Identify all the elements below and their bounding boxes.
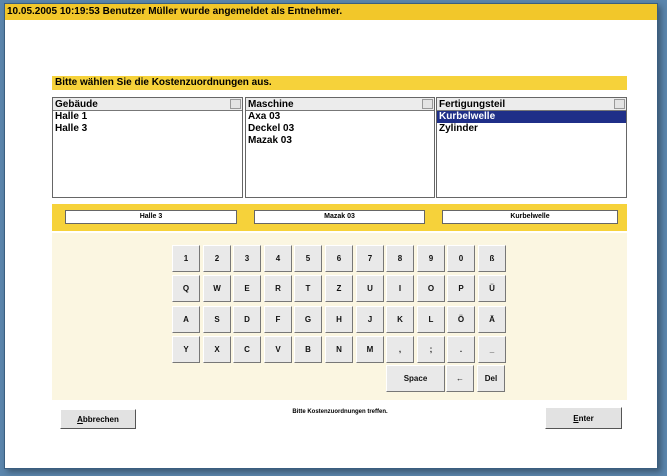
- key-row3-2[interactable]: D: [233, 306, 261, 333]
- key-row4-0[interactable]: Y: [172, 336, 200, 363]
- space-key[interactable]: Space: [386, 365, 445, 392]
- key-row2-8[interactable]: O: [417, 275, 445, 302]
- key-row4-10[interactable]: _: [478, 336, 506, 363]
- list-item[interactable]: Halle 1: [53, 111, 242, 123]
- key-row1-10[interactable]: ß: [478, 245, 506, 272]
- key-row3-7[interactable]: K: [386, 306, 414, 333]
- key-row3-4[interactable]: G: [294, 306, 322, 333]
- scroll-button[interactable]: [422, 99, 433, 109]
- key-row2-4[interactable]: T: [294, 275, 322, 302]
- key-row1-7[interactable]: 8: [386, 245, 414, 272]
- key-row3-8[interactable]: L: [417, 306, 445, 333]
- key-row1-5[interactable]: 6: [325, 245, 353, 272]
- key-row1-4[interactable]: 5: [294, 245, 322, 272]
- key-row1-6[interactable]: 7: [356, 245, 384, 272]
- enter-label: nter: [578, 413, 594, 423]
- key-row3-10[interactable]: Ä: [478, 306, 506, 333]
- key-row1-0[interactable]: 1: [172, 245, 200, 272]
- status-bar: 10.05.2005 10:19:53 Benutzer Müller wurd…: [5, 4, 657, 20]
- selected-maschine: Mazak 03: [254, 210, 425, 224]
- list-fertigungsteil[interactable]: Fertigungsteil Kurbelwelle Zylinder: [436, 97, 627, 198]
- key-row1-9[interactable]: 0: [447, 245, 475, 272]
- list-item-selected[interactable]: Kurbelwelle: [437, 111, 626, 123]
- key-row3-6[interactable]: J: [356, 306, 384, 333]
- key-row2-6[interactable]: U: [356, 275, 384, 302]
- key-row2-3[interactable]: R: [264, 275, 292, 302]
- key-row2-0[interactable]: Q: [172, 275, 200, 302]
- key-row1-3[interactable]: 4: [264, 245, 292, 272]
- instruction-banner: Bitte wählen Sie die Kostenzuordnungen a…: [52, 76, 627, 90]
- key-row3-5[interactable]: H: [325, 306, 353, 333]
- list-item[interactable]: Halle 3: [53, 123, 242, 135]
- key-row1-1[interactable]: 2: [203, 245, 231, 272]
- list-header: Fertigungsteil: [437, 98, 626, 111]
- key-row2-5[interactable]: Z: [325, 275, 353, 302]
- list-header: Gebäude: [53, 98, 242, 111]
- scroll-button[interactable]: [614, 99, 625, 109]
- list-header-label: Maschine: [248, 99, 294, 110]
- key-row2-10[interactable]: Ü: [478, 275, 506, 302]
- key-row3-3[interactable]: F: [264, 306, 292, 333]
- list-maschine[interactable]: Maschine Axa 03 Deckel 03 Mazak 03: [245, 97, 435, 198]
- selected-gebaeude: Halle 3: [65, 210, 237, 224]
- selected-fertigungsteil: Kurbelwelle: [442, 210, 618, 224]
- key-row4-8[interactable]: ;: [417, 336, 445, 363]
- key-row2-2[interactable]: E: [233, 275, 261, 302]
- key-row2-1[interactable]: W: [203, 275, 231, 302]
- key-row1-8[interactable]: 9: [417, 245, 445, 272]
- key-row1-2[interactable]: 3: [233, 245, 261, 272]
- scroll-button[interactable]: [230, 99, 241, 109]
- key-row4-3[interactable]: V: [264, 336, 292, 363]
- key-row4-1[interactable]: X: [203, 336, 231, 363]
- enter-button[interactable]: Enter: [545, 407, 622, 429]
- list-header-label: Gebäude: [55, 99, 98, 110]
- backspace-key[interactable]: ←: [446, 365, 474, 392]
- key-row4-6[interactable]: M: [356, 336, 384, 363]
- app-window: 10.05.2005 10:19:53 Benutzer Müller wurd…: [4, 3, 658, 469]
- list-gebaeude[interactable]: Gebäude Halle 1 Halle 3: [52, 97, 243, 198]
- list-item[interactable]: Axa 03: [246, 111, 434, 123]
- key-row4-9[interactable]: .: [447, 336, 475, 363]
- key-row4-4[interactable]: B: [294, 336, 322, 363]
- key-row3-1[interactable]: S: [203, 306, 231, 333]
- list-item[interactable]: Zylinder: [437, 123, 626, 135]
- list-header: Maschine: [246, 98, 434, 111]
- cancel-label: bbrechen: [82, 414, 119, 424]
- key-row2-7[interactable]: I: [386, 275, 414, 302]
- delete-key[interactable]: Del: [477, 365, 505, 392]
- key-row4-2[interactable]: C: [233, 336, 261, 363]
- key-row3-9[interactable]: Ö: [447, 306, 475, 333]
- list-header-label: Fertigungsteil: [439, 99, 506, 110]
- list-item[interactable]: Mazak 03: [246, 135, 434, 147]
- key-row3-0[interactable]: A: [172, 306, 200, 333]
- status-message: Bitte Kostenzuordnungen treffen.: [292, 409, 388, 415]
- key-row4-7[interactable]: ,: [386, 336, 414, 363]
- cancel-button[interactable]: Abbrechen: [60, 409, 136, 429]
- key-row2-9[interactable]: P: [447, 275, 475, 302]
- key-row4-5[interactable]: N: [325, 336, 353, 363]
- list-item[interactable]: Deckel 03: [246, 123, 434, 135]
